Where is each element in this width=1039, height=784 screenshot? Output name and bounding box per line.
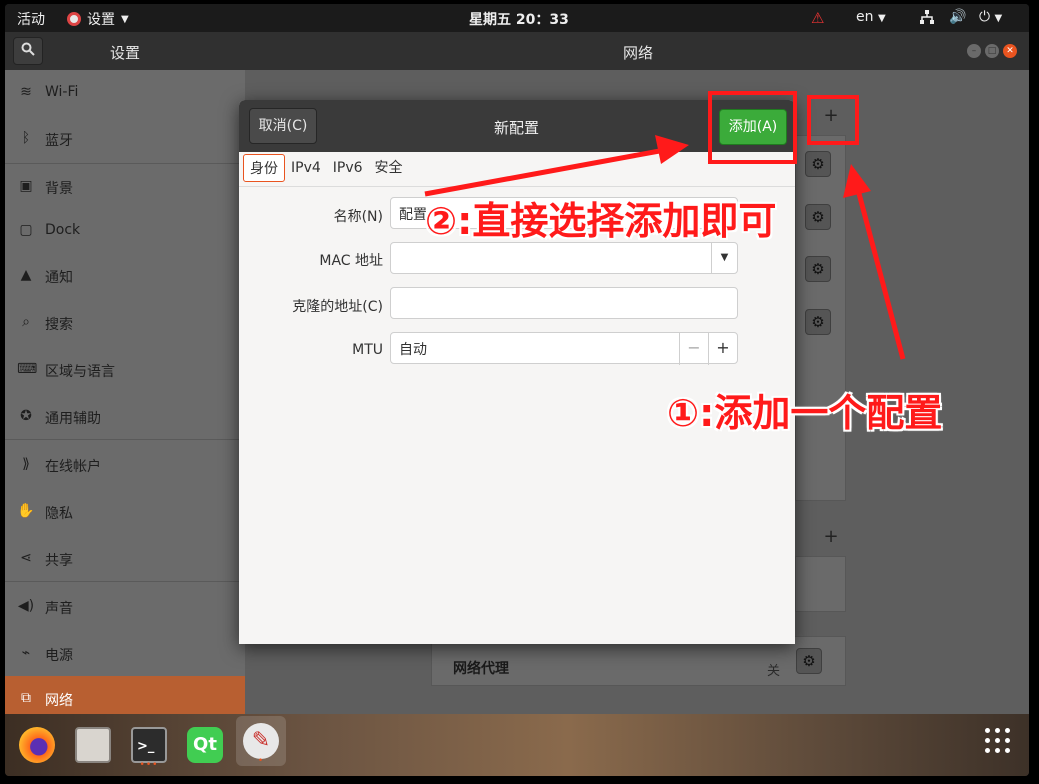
files-launcher[interactable] bbox=[68, 720, 118, 770]
annotation-step2: ②:直接选择添加即可 bbox=[425, 199, 777, 243]
show-applications-button[interactable] bbox=[985, 728, 1015, 758]
screen: 活动 设置 ▼ 星期五 20：33 ⚠ en ▼ 🔊 ⏻ ▼ 设置 网络 – □… bbox=[5, 4, 1029, 776]
firefox-launcher[interactable] bbox=[12, 720, 62, 770]
running-indicator: ••• bbox=[139, 760, 159, 770]
qt-creator-launcher[interactable]: Qt bbox=[180, 720, 230, 770]
terminal-icon: >_ bbox=[131, 727, 167, 763]
terminal-launcher[interactable]: >_ ••• bbox=[124, 720, 174, 770]
settings-launcher[interactable]: ✎ • bbox=[236, 716, 286, 766]
settings-icon: ✎ bbox=[243, 723, 279, 759]
annotation-step1: ①:添加一个配置 bbox=[667, 391, 943, 435]
files-icon bbox=[75, 727, 111, 763]
running-indicator: • bbox=[257, 756, 265, 766]
firefox-icon bbox=[19, 727, 55, 763]
qt-creator-icon: Qt bbox=[187, 727, 223, 763]
